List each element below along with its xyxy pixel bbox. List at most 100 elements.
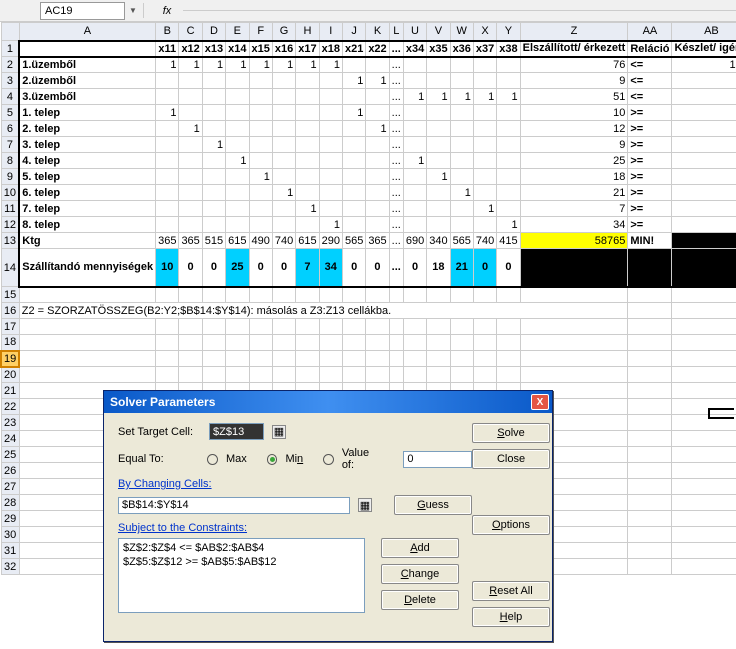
cell[interactable] [366,105,389,121]
cell[interactable] [296,73,319,89]
cell[interactable] [403,73,426,89]
cell[interactable]: 1 [403,89,426,105]
row-header[interactable]: 3 [1,73,19,89]
cell[interactable] [249,105,272,121]
cell[interactable]: >= [628,185,672,201]
constraint-item[interactable]: $Z$2:$Z$4 <= $AB$2:$AB$4 [123,541,360,555]
cell[interactable]: ... [389,185,403,201]
cell[interactable]: 21 [520,185,628,201]
name-box[interactable]: AC19 [40,2,125,20]
cell[interactable] [366,169,389,185]
change-button[interactable]: Change [381,564,459,584]
cell[interactable]: 1 [272,57,295,73]
row-label[interactable]: 5. telep [19,169,155,185]
column-header[interactable]: K [366,23,389,41]
cell[interactable]: 515 [202,233,225,249]
cell[interactable] [319,137,342,153]
cell[interactable] [450,169,473,185]
cell[interactable] [497,73,520,89]
cell[interactable]: 18 [672,169,736,185]
cell[interactable] [473,185,496,201]
row-header[interactable]: 30 [1,527,19,543]
row-header[interactable]: 27 [1,479,19,495]
cell[interactable] [226,185,249,201]
cell[interactable] [342,201,365,217]
cell[interactable]: 565 [342,233,365,249]
cell[interactable] [319,121,342,137]
column-header[interactable]: AB [672,23,736,41]
cell[interactable]: 1 [403,153,426,169]
cell[interactable]: 340 [427,233,450,249]
cell[interactable]: ... [389,201,403,217]
cell[interactable] [202,121,225,137]
cell[interactable]: 1 [202,57,225,73]
cell[interactable] [179,73,202,89]
cell[interactable] [179,89,202,105]
cell[interactable]: 51 [520,89,628,105]
row-label[interactable]: 1.üzemből [19,57,155,73]
cell[interactable]: >= [628,121,672,137]
qty-cell[interactable]: 0 [473,249,496,287]
cell[interactable]: 490 [249,233,272,249]
row-header[interactable]: 21 [1,383,19,399]
cell[interactable]: 365 [156,233,179,249]
cell[interactable]: 21 [672,185,736,201]
cell[interactable] [497,57,520,73]
cell[interactable]: 740 [473,233,496,249]
cell[interactable] [226,169,249,185]
column-header[interactable]: Z [520,23,628,41]
cell[interactable] [342,217,365,233]
cell[interactable] [473,217,496,233]
cell[interactable] [450,57,473,73]
cell[interactable] [156,137,179,153]
column-header[interactable]: E [226,23,249,41]
cell[interactable]: 690 [403,233,426,249]
cell[interactable]: 1 [497,89,520,105]
range-picker-icon[interactable]: ▦ [358,498,372,512]
row-header[interactable]: 20 [1,367,19,383]
cell[interactable]: 34 [672,217,736,233]
cell[interactable] [450,153,473,169]
column-header[interactable]: D [202,23,225,41]
cell[interactable] [366,201,389,217]
cell[interactable] [427,121,450,137]
cell[interactable]: >= [628,137,672,153]
cell[interactable]: 1 [319,57,342,73]
qty-cell[interactable]: 0 [202,249,225,287]
qty-cell[interactable]: 21 [450,249,473,287]
cell[interactable] [319,73,342,89]
cell[interactable] [319,89,342,105]
row-label[interactable]: 2.üzemből [19,73,155,89]
cell[interactable]: 1 [473,201,496,217]
cell[interactable] [473,73,496,89]
qty-cell[interactable]: 0 [497,249,520,287]
row-header[interactable]: 32 [1,559,19,575]
cell[interactable]: 25 [520,153,628,169]
cell[interactable] [427,137,450,153]
cell[interactable] [156,185,179,201]
cell[interactable] [296,169,319,185]
cell[interactable] [179,105,202,121]
cell[interactable] [450,201,473,217]
qty-cell[interactable]: 0 [366,249,389,287]
cell[interactable] [497,201,520,217]
cell[interactable]: 365 [179,233,202,249]
row-header[interactable]: 10 [1,185,19,201]
cell[interactable] [342,121,365,137]
column-header[interactable]: I [319,23,342,41]
column-header[interactable]: B [156,23,179,41]
cell[interactable]: <= [628,73,672,89]
cell[interactable] [272,89,295,105]
row-header[interactable]: 19 [1,351,19,367]
column-header[interactable]: V [427,23,450,41]
cell[interactable] [272,201,295,217]
cell[interactable]: 1 [427,89,450,105]
cell[interactable] [156,121,179,137]
row-header[interactable]: 14 [1,249,19,287]
cell[interactable] [342,89,365,105]
row-header[interactable]: 17 [1,319,19,335]
cell[interactable]: >= [628,105,672,121]
qty-cell[interactable]: 25 [226,249,249,287]
cell[interactable] [296,185,319,201]
cell[interactable]: 615 [226,233,249,249]
